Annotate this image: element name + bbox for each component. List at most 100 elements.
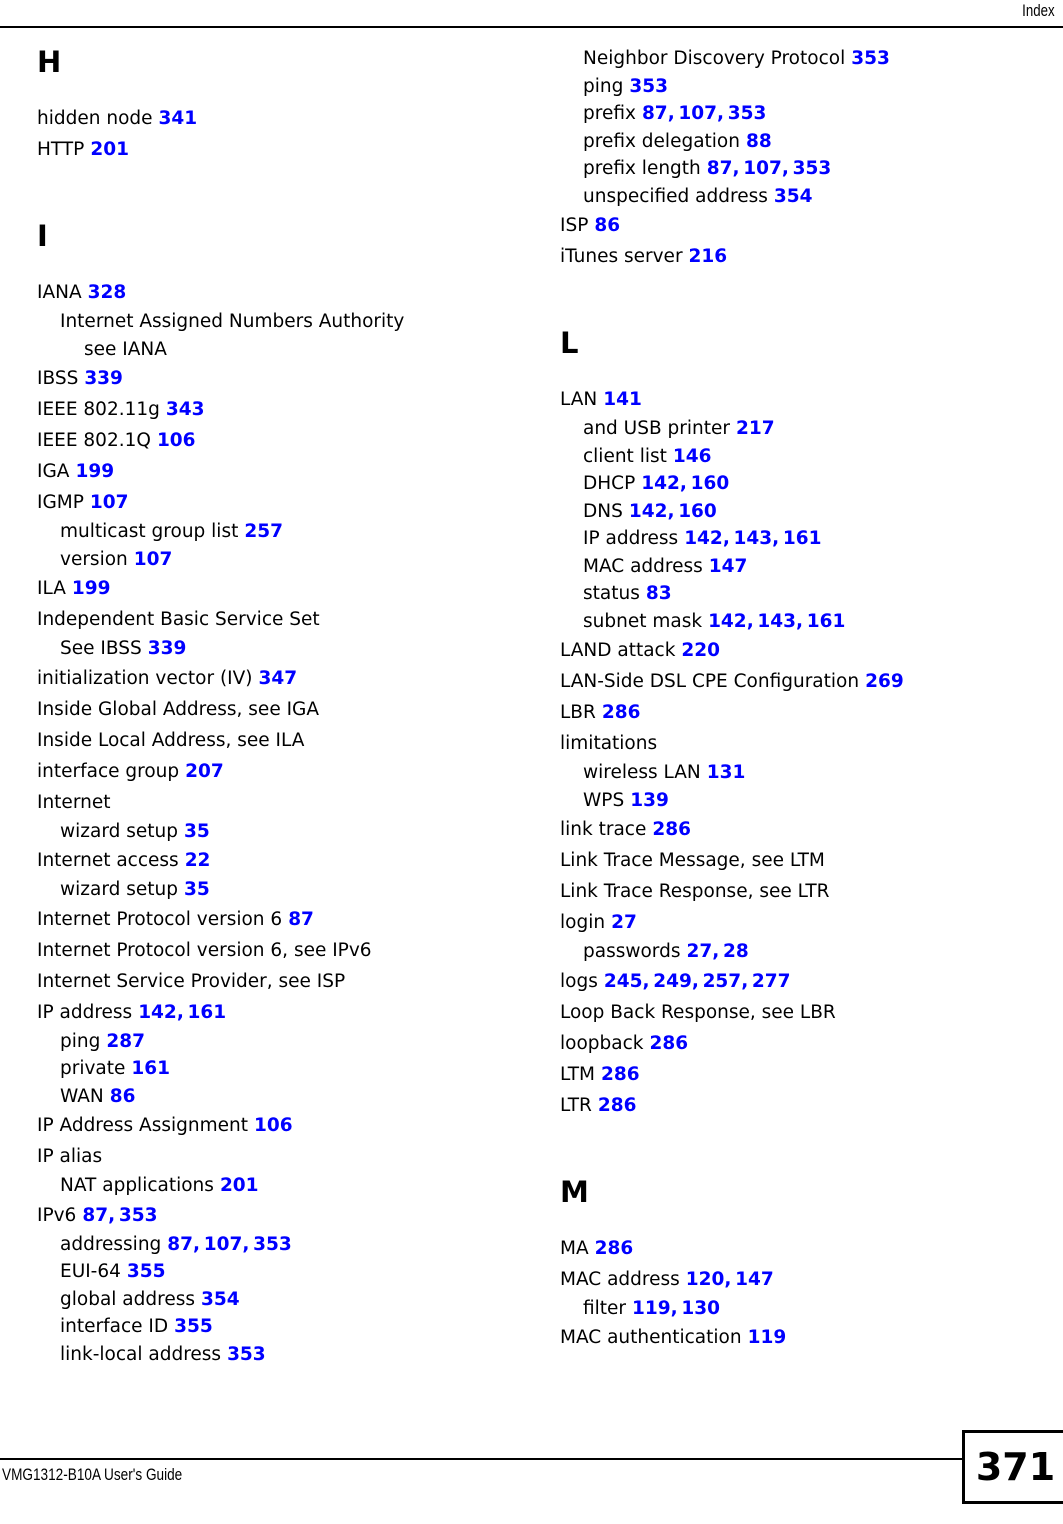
page-ref[interactable]: 87	[82, 1205, 108, 1226]
index-entry-pages[interactable]: 141	[603, 389, 642, 410]
page-ref[interactable]: 88	[746, 131, 772, 152]
page-ref[interactable]: 86	[594, 215, 620, 236]
index-entry-pages[interactable]: 245, 249, 257, 277	[604, 971, 791, 992]
index-entry-pages[interactable]: 119, 130	[632, 1298, 720, 1319]
page-ref[interactable]: 286	[601, 1064, 640, 1085]
page-ref[interactable]: 207	[185, 761, 224, 782]
index-entry-pages[interactable]: 257	[244, 521, 283, 542]
page-ref[interactable]: 87	[642, 103, 668, 124]
page-ref[interactable]: 119	[748, 1327, 787, 1348]
page-ref[interactable]: 139	[630, 790, 669, 811]
index-entry-pages[interactable]: 354	[201, 1289, 240, 1310]
page-ref[interactable]: 130	[681, 1298, 720, 1319]
index-entry-pages[interactable]: 142, 160	[641, 473, 729, 494]
page-ref[interactable]: 142	[138, 1002, 177, 1023]
page-ref[interactable]: 353	[629, 76, 668, 97]
index-entry-pages[interactable]: 355	[174, 1316, 213, 1337]
page-ref[interactable]: 107	[134, 549, 173, 570]
index-entry-pages[interactable]: 339	[84, 368, 123, 389]
index-entry-pages[interactable]: 87	[288, 909, 314, 930]
index-entry-pages[interactable]: 207	[185, 761, 224, 782]
index-entry-pages[interactable]: 86	[594, 215, 620, 236]
page-ref[interactable]: 142	[641, 473, 680, 494]
page-ref[interactable]: 87	[288, 909, 314, 930]
page-ref[interactable]: 216	[689, 246, 728, 267]
index-entry-pages[interactable]: 328	[88, 282, 127, 303]
page-ref[interactable]: 339	[84, 368, 123, 389]
page-ref[interactable]: 353	[119, 1205, 158, 1226]
page-ref[interactable]: 142	[684, 528, 723, 549]
page-ref[interactable]: 355	[127, 1261, 166, 1282]
index-entry-pages[interactable]: 286	[595, 1238, 634, 1259]
page-ref[interactable]: 87	[707, 158, 733, 179]
page-ref[interactable]: 142	[708, 611, 747, 632]
index-entry-pages[interactable]: 142, 143, 161	[708, 611, 845, 632]
index-entry-pages[interactable]: 83	[646, 583, 672, 604]
index-entry-pages[interactable]: 353	[629, 76, 668, 97]
page-ref[interactable]: 199	[72, 578, 111, 599]
page-ref[interactable]: 107	[678, 103, 717, 124]
page-ref[interactable]: 354	[201, 1289, 240, 1310]
index-entry-pages[interactable]: 142, 160	[629, 501, 717, 522]
page-ref[interactable]: 339	[148, 638, 187, 659]
page-ref[interactable]: 147	[709, 556, 748, 577]
page-ref[interactable]: 143	[757, 611, 796, 632]
index-entry-pages[interactable]: 269	[865, 671, 904, 692]
index-entry-pages[interactable]: 354	[774, 186, 813, 207]
page-ref[interactable]: 142	[629, 501, 668, 522]
page-ref[interactable]: 277	[752, 971, 791, 992]
page-ref[interactable]: 28	[723, 941, 749, 962]
index-entry-pages[interactable]: 139	[630, 790, 669, 811]
page-ref[interactable]: 147	[735, 1269, 774, 1290]
page-ref[interactable]: 146	[673, 446, 712, 467]
index-entry-pages[interactable]: 87, 107, 353	[707, 158, 831, 179]
page-ref[interactable]: 27	[611, 912, 637, 933]
page-ref[interactable]: 119	[632, 1298, 671, 1319]
index-entry-pages[interactable]: 87, 353	[82, 1205, 157, 1226]
index-entry-pages[interactable]: 87, 107, 353	[642, 103, 766, 124]
index-entry-pages[interactable]: 86	[110, 1086, 136, 1107]
page-ref[interactable]: 160	[678, 501, 717, 522]
index-entry-pages[interactable]: 35	[184, 879, 210, 900]
page-ref[interactable]: 353	[851, 48, 890, 69]
page-ref[interactable]: 269	[865, 671, 904, 692]
page-ref[interactable]: 354	[774, 186, 813, 207]
page-ref[interactable]: 107	[204, 1234, 243, 1255]
index-entry-pages[interactable]: 120, 147	[686, 1269, 774, 1290]
index-entry-pages[interactable]: 286	[650, 1033, 689, 1054]
index-entry-pages[interactable]: 286	[652, 819, 691, 840]
page-ref[interactable]: 86	[110, 1086, 136, 1107]
page-ref[interactable]: 245	[604, 971, 643, 992]
page-ref[interactable]: 286	[598, 1095, 637, 1116]
page-ref[interactable]: 353	[793, 158, 832, 179]
index-entry-pages[interactable]: 161	[131, 1058, 170, 1079]
page-ref[interactable]: 355	[174, 1316, 213, 1337]
index-entry-pages[interactable]: 199	[75, 461, 114, 482]
index-entry-pages[interactable]: 27	[611, 912, 637, 933]
index-entry-pages[interactable]: 27, 28	[686, 941, 748, 962]
index-entry-pages[interactable]: 107	[134, 549, 173, 570]
index-entry-pages[interactable]: 35	[184, 821, 210, 842]
page-ref[interactable]: 201	[90, 139, 129, 160]
page-ref[interactable]: 249	[653, 971, 692, 992]
page-ref[interactable]: 343	[166, 399, 205, 420]
page-ref[interactable]: 35	[184, 879, 210, 900]
page-ref[interactable]: 106	[254, 1115, 293, 1136]
index-entry-pages[interactable]: 220	[681, 640, 720, 661]
index-entry-pages[interactable]: 201	[90, 139, 129, 160]
page-ref[interactable]: 286	[652, 819, 691, 840]
page-ref[interactable]: 83	[646, 583, 672, 604]
index-entry-pages[interactable]: 131	[707, 762, 746, 783]
index-entry-pages[interactable]: 146	[673, 446, 712, 467]
index-entry-pages[interactable]: 286	[602, 702, 641, 723]
page-ref[interactable]: 107	[90, 492, 129, 513]
index-entry-pages[interactable]: 341	[159, 108, 198, 129]
index-entry-pages[interactable]: 201	[220, 1175, 259, 1196]
index-entry-pages[interactable]: 216	[689, 246, 728, 267]
index-entry-pages[interactable]: 286	[601, 1064, 640, 1085]
page-ref[interactable]: 107	[743, 158, 782, 179]
index-entry-pages[interactable]: 353	[227, 1344, 266, 1365]
page-ref[interactable]: 201	[220, 1175, 259, 1196]
index-entry-pages[interactable]: 347	[259, 668, 298, 689]
index-entry-pages[interactable]: 88	[746, 131, 772, 152]
